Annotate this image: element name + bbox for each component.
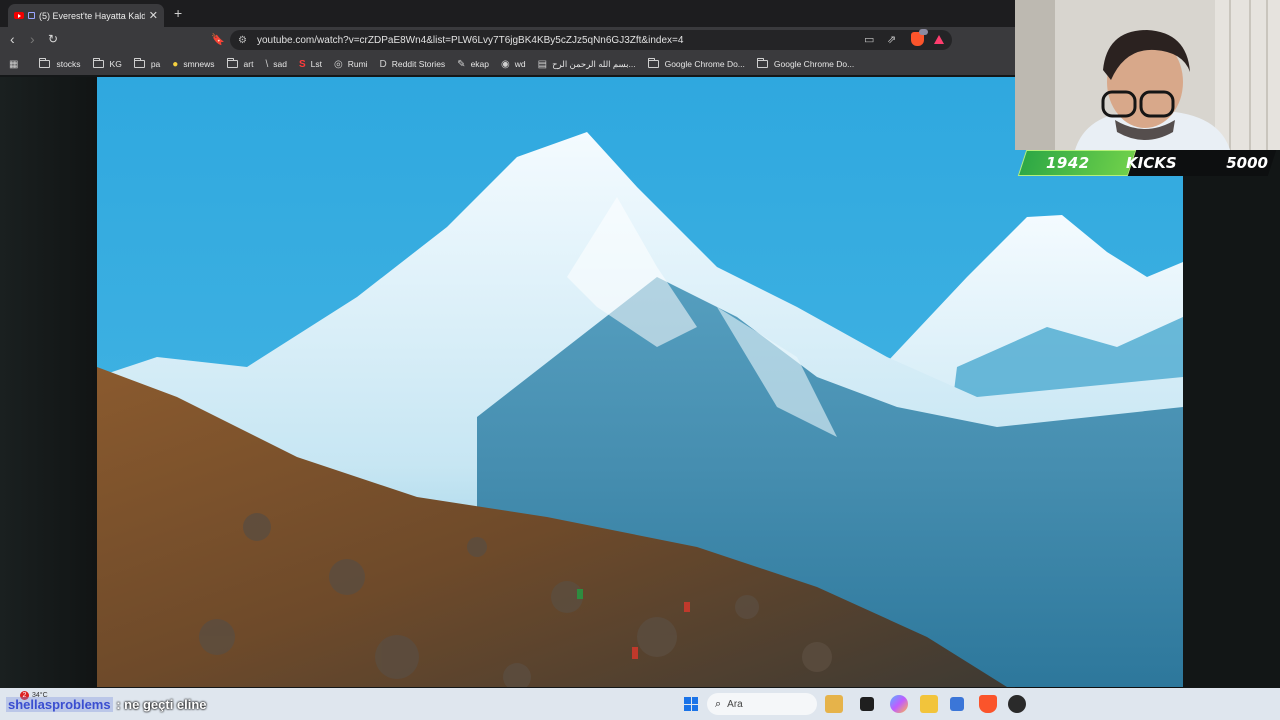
left-margin: [0, 77, 97, 688]
file-explorer-icon[interactable]: [920, 695, 938, 713]
task-view-icon[interactable]: [860, 697, 874, 711]
bookmark-label: wd: [514, 59, 526, 69]
forward-icon[interactable]: ›: [30, 31, 35, 47]
bookmark-item[interactable]: ◎ Rumi: [334, 59, 368, 70]
browser-toolbar: ‹ › ↻ 🔖 ⚙ youtube.com/watch?v=crZDPaE8Wn…: [0, 27, 1015, 53]
page-icon: ▤: [537, 58, 548, 70]
folder-icon: [133, 58, 145, 68]
widgets-icon[interactable]: [825, 695, 843, 713]
kicks-count: 1942: [1046, 154, 1090, 172]
youtube-icon: [14, 12, 24, 19]
bookmark-item[interactable]: Google Chrome Do...: [756, 58, 855, 69]
bookmark-item[interactable]: Google Chrome Do...: [647, 58, 745, 69]
kicks-goal-bar: 1942 KICKS 5000: [1017, 150, 1277, 176]
back-icon[interactable]: ‹: [10, 31, 15, 47]
chat-username: shellasproblems: [6, 697, 113, 712]
windows-start-icon[interactable]: [684, 697, 698, 711]
bookmark-item[interactable]: KG: [92, 58, 122, 69]
bookmark-label: Lst: [310, 59, 322, 69]
bookmark-item[interactable]: ● smnews: [172, 59, 214, 70]
right-margin: [1183, 148, 1280, 688]
bookmark-icon[interactable]: 🔖: [211, 33, 225, 46]
folder-icon: [92, 58, 104, 68]
bookmark-item[interactable]: pa: [133, 58, 161, 69]
webcam-feed: [1015, 0, 1280, 150]
bookmark-item[interactable]: D Reddit Stories: [380, 59, 446, 70]
webcam-overlay: [1015, 0, 1280, 150]
copilot-icon[interactable]: [890, 695, 908, 713]
cast-icon[interactable]: ▭: [864, 33, 874, 46]
search-placeholder: Ara: [727, 698, 743, 710]
kicks-goal: 5000: [1226, 154, 1268, 172]
app-icon[interactable]: [1008, 695, 1026, 713]
chat-text: : ne geçti eline: [116, 697, 207, 712]
snipping-tool-icon[interactable]: [950, 697, 964, 711]
bookmark-label: KG: [109, 59, 122, 69]
tab-youtube[interactable]: (5) Everest'te Hayatta Kaldım ✕: [8, 4, 164, 27]
bookmark-label: Reddit Stories: [391, 59, 446, 69]
bookmark-label: sad: [273, 59, 287, 69]
site-info-icon[interactable]: ⚙: [238, 35, 252, 46]
folder-icon: [647, 58, 659, 68]
bookmark-item[interactable]: ✎ ekap: [457, 59, 489, 70]
bookmark-item[interactable]: art: [226, 58, 254, 69]
reload-icon[interactable]: ↻: [48, 32, 58, 46]
bookmark-label: stocks: [56, 59, 81, 69]
search-icon: ⌕: [715, 697, 722, 710]
globe-icon: ◎: [333, 58, 343, 70]
taskbar-search[interactable]: ⌕ Ara: [707, 693, 817, 715]
bookmark-label: smnews: [183, 59, 215, 69]
bookmark-item[interactable]: stocks: [39, 58, 81, 69]
share-icon[interactable]: ⇗: [887, 33, 896, 46]
s-icon: S: [298, 58, 306, 70]
bookmark-label: Google Chrome Do...: [773, 59, 855, 69]
bookmark-label: art: [243, 59, 254, 69]
brave-browser-icon[interactable]: [979, 695, 997, 713]
w-icon: ◉: [501, 58, 510, 70]
bookmark-label: pa: [150, 59, 161, 69]
bookmark-label: بسم الله الرحمن الرح...: [552, 58, 636, 69]
bookmark-label: ekap: [470, 59, 489, 69]
bird-icon: ✎: [457, 58, 466, 70]
brave-rewards-icon[interactable]: [934, 35, 944, 44]
apps-icon[interactable]: ▦: [9, 59, 23, 70]
bookmarks-bar: ▦ stocks KG pa ● smnews art \ sad S Lst ◎ Rumi D Redd…: [0, 53, 1015, 75]
bookmark-item[interactable]: S Lst: [299, 59, 322, 70]
folder-icon: [756, 58, 768, 68]
bookmark-item[interactable]: \ sad: [265, 59, 287, 70]
folder-icon: [39, 58, 51, 68]
smiley-icon: ●: [172, 58, 179, 70]
kicks-label: KICKS: [1126, 154, 1177, 172]
slash-icon: \: [265, 58, 269, 70]
tab-group-icon: [28, 12, 35, 19]
tab-title: (5) Everest'te Hayatta Kaldım: [39, 10, 145, 21]
address-bar[interactable]: ⚙ youtube.com/watch?v=crZDPaE8Wn4&list=P…: [230, 30, 952, 50]
d-icon: D: [379, 58, 387, 70]
bookmark-item[interactable]: ◉ wd: [501, 59, 526, 70]
bookmark-label: Google Chrome Do...: [664, 59, 745, 69]
url-text: youtube.com/watch?v=crZDPaE8Wn4&list=PLW…: [257, 34, 684, 46]
close-tab-icon[interactable]: ✕: [149, 9, 158, 22]
tab-strip: (5) Everest'te Hayatta Kaldım ✕ +: [0, 0, 1015, 27]
folder-icon: [226, 58, 238, 68]
new-tab-button[interactable]: +: [174, 5, 182, 21]
bookmark-label: Rumi: [347, 59, 368, 69]
chat-message: shellasproblems : ne geçti eline: [6, 697, 207, 712]
brave-shields-icon[interactable]: [911, 29, 928, 46]
bookmark-item[interactable]: ▤ بسم الله الرحمن الرح...: [538, 59, 636, 70]
